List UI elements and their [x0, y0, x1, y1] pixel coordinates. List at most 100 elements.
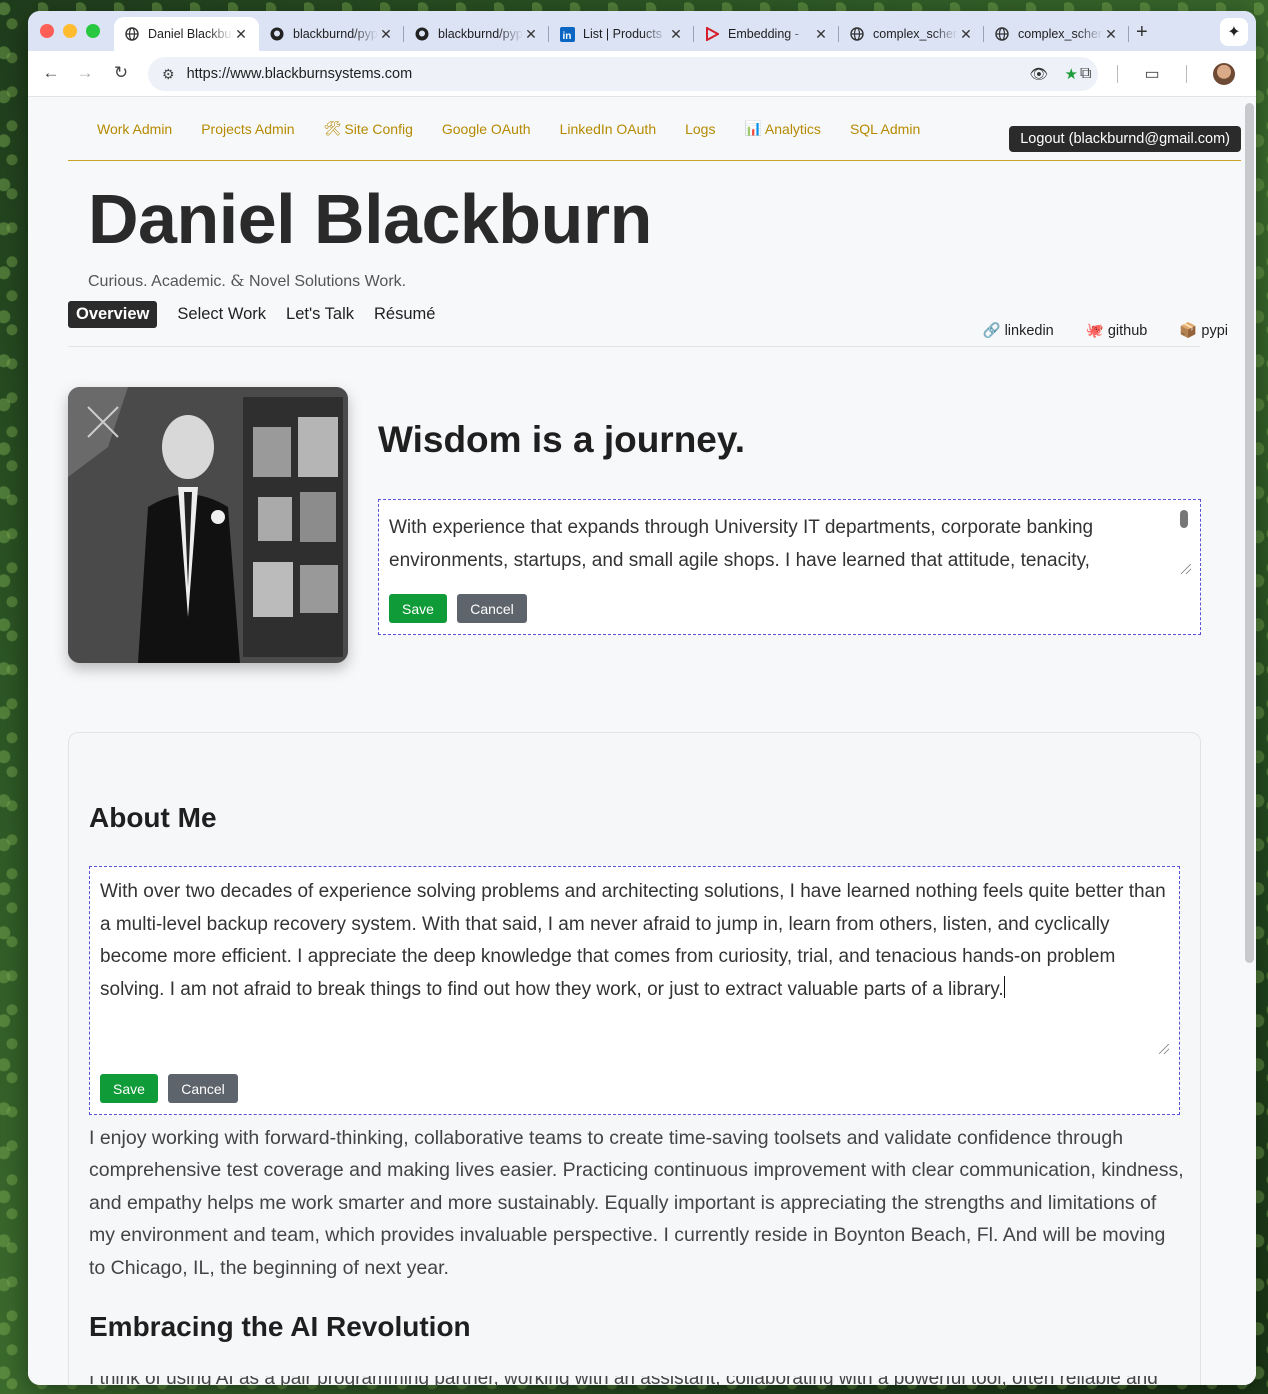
- social-label: linkedin: [1004, 322, 1054, 339]
- nav-lets-talk[interactable]: Let's Talk: [286, 305, 354, 324]
- play-icon: [704, 26, 720, 42]
- close-icon[interactable]: ✕: [523, 26, 539, 43]
- nav-overview[interactable]: Overview: [68, 301, 158, 328]
- tab-title: complex_schema: [1018, 27, 1103, 41]
- address-bar[interactable]: ⚙ https://www.blackburnsystems.com 👁 ★: [148, 57, 1098, 91]
- hero-title: Wisdom is a journey.: [378, 419, 746, 460]
- logout-button[interactable]: Logout (blackburnd@gmail.com): [1009, 126, 1241, 152]
- tab-daniel-blackburn[interactable]: Daniel Blackburn ✕: [114, 17, 259, 51]
- admin-bar: Work Admin Projects Admin 🛠 Site Config …: [68, 97, 1241, 161]
- about-edit-form: With over two decades of experience solv…: [89, 866, 1180, 1115]
- admin-link-work[interactable]: Work Admin: [97, 121, 172, 137]
- tab-title: Daniel Blackburn: [148, 27, 233, 41]
- textarea-scrollbar[interactable]: [1180, 510, 1188, 528]
- hero-textarea[interactable]: With experience that expands through Uni…: [389, 512, 1169, 576]
- social-label: github: [1107, 322, 1148, 339]
- forward-icon[interactable]: →: [74, 63, 96, 83]
- tab-title: Embedding -: [728, 27, 799, 41]
- url-text[interactable]: https://www.blackburnsystems.com: [187, 66, 413, 82]
- tabs: Daniel Blackburn ✕ blackburnd/pypi ✕ bla…: [114, 17, 1129, 51]
- globe-icon: [994, 26, 1010, 42]
- pypi-link[interactable]: 📦 pypi: [1179, 322, 1228, 340]
- reload-icon[interactable]: ↻: [110, 63, 132, 83]
- admin-link-sql[interactable]: SQL Admin: [850, 121, 920, 137]
- save-button[interactable]: Save: [389, 594, 447, 623]
- extensions-icon[interactable]: ⧉: [1080, 65, 1091, 83]
- tools-icon: 🛠: [323, 120, 342, 136]
- tab-title: complex_schema: [873, 27, 958, 41]
- admin-link-analytics[interactable]: 📊 Analytics: [744, 120, 820, 137]
- web-page: Work Admin Projects Admin 🛠 Site Config …: [28, 97, 1256, 1385]
- social-label: pypi: [1201, 322, 1228, 339]
- tagline-part: Novel Solutions Work.: [249, 273, 407, 290]
- close-icon[interactable]: ✕: [1103, 26, 1119, 43]
- admin-link-google-oauth[interactable]: Google OAuth: [442, 121, 531, 137]
- close-icon[interactable]: ✕: [668, 26, 684, 43]
- cancel-button[interactable]: Cancel: [168, 1074, 238, 1103]
- profile-photo: [68, 387, 348, 663]
- tab-complex-schema-2[interactable]: complex_schema ✕: [984, 17, 1129, 51]
- hero-edit-form: With experience that expands through Uni…: [378, 499, 1201, 635]
- minimize-window-button[interactable]: [63, 24, 77, 38]
- chart-icon: 📊: [744, 120, 762, 136]
- about-card: About Me With over two decades of experi…: [68, 732, 1201, 1385]
- eye-icon[interactable]: 👁: [1030, 65, 1049, 83]
- tab-linkedin[interactable]: in List | Products ✕: [549, 17, 694, 51]
- link-icon: 🔗: [982, 323, 1001, 339]
- tab-complex-schema-1[interactable]: complex_schema ✕: [839, 17, 984, 51]
- bookmark-star-icon[interactable]: ★: [1065, 65, 1078, 83]
- close-icon[interactable]: ✕: [958, 26, 974, 43]
- tab-embedding[interactable]: Embedding - ✕: [694, 17, 839, 51]
- admin-link-label: Site Config: [344, 120, 413, 137]
- browser-toolbar: ← → ↻ ⚙ https://www.blackburnsystems.com…: [28, 51, 1256, 97]
- close-icon[interactable]: ✕: [813, 26, 829, 43]
- gemini-icon[interactable]: ✦: [1220, 18, 1248, 46]
- ampersand: &: [230, 271, 245, 290]
- page-scrollbar[interactable]: [1245, 103, 1254, 963]
- resize-handle[interactable]: [1159, 1044, 1169, 1054]
- tagline: Curious. Academic. & Novel Solutions Wor…: [88, 271, 406, 291]
- main-nav: Overview Select Work Let's Talk Résumé: [68, 301, 455, 328]
- back-icon[interactable]: ←: [40, 63, 62, 83]
- toolbar-divider: [1117, 65, 1119, 83]
- resize-handle[interactable]: [1181, 564, 1191, 574]
- linkedin-icon: in: [559, 26, 575, 42]
- globe-icon: [124, 26, 140, 42]
- github-icon: [269, 26, 285, 42]
- browser-window: Daniel Blackburn ✕ blackburnd/pypi ✕ bla…: [28, 11, 1256, 1385]
- site-settings-icon[interactable]: ⚙: [162, 66, 175, 83]
- tagline-part: Curious. Academic.: [88, 273, 226, 290]
- close-icon[interactable]: ✕: [233, 26, 249, 43]
- admin-link-linkedin-oauth[interactable]: LinkedIn OAuth: [560, 121, 657, 137]
- close-icon[interactable]: ✕: [378, 26, 394, 43]
- tab-title: blackburnd/pypi: [438, 27, 523, 41]
- maximize-window-button[interactable]: [86, 24, 100, 38]
- close-window-button[interactable]: [40, 24, 54, 38]
- tab-github-1[interactable]: blackburnd/pypi ✕: [259, 17, 404, 51]
- save-button[interactable]: Save: [100, 1074, 158, 1103]
- admin-link-logs[interactable]: Logs: [685, 121, 715, 137]
- profile-avatar[interactable]: [1212, 63, 1235, 85]
- nav-select-work[interactable]: Select Work: [177, 305, 266, 324]
- tab-search-icon[interactable]: ▭: [1144, 64, 1159, 84]
- about-textarea[interactable]: With over two decades of experience solv…: [100, 876, 1170, 1046]
- tab-github-2[interactable]: blackburnd/pypi ✕: [404, 17, 549, 51]
- toolbar-divider: [1185, 65, 1187, 83]
- admin-link-projects[interactable]: Projects Admin: [201, 121, 294, 137]
- new-tab-button[interactable]: +: [1136, 21, 1148, 44]
- window-controls: [40, 24, 100, 38]
- svg-text:in: in: [562, 31, 571, 42]
- tab-title: List | Products: [583, 27, 662, 41]
- globe-icon: [849, 26, 865, 42]
- github-link[interactable]: 🐙 github: [1086, 322, 1148, 340]
- cancel-button[interactable]: Cancel: [457, 594, 527, 623]
- admin-link-site-config[interactable]: 🛠 Site Config: [324, 120, 413, 137]
- about-textarea-text: With over two decades of experience solv…: [100, 881, 1166, 1000]
- linkedin-link[interactable]: 🔗 linkedin: [982, 322, 1054, 340]
- site-title: Daniel Blackburn: [88, 180, 652, 258]
- tab-strip: Daniel Blackburn ✕ blackburnd/pypi ✕ bla…: [28, 11, 1256, 51]
- nav-resume[interactable]: Résumé: [374, 305, 435, 324]
- package-icon: 📦: [1179, 323, 1198, 339]
- ai-paragraph: I think of using AI as a pair programmin…: [89, 1376, 1184, 1385]
- tab-title: blackburnd/pypi: [293, 27, 378, 41]
